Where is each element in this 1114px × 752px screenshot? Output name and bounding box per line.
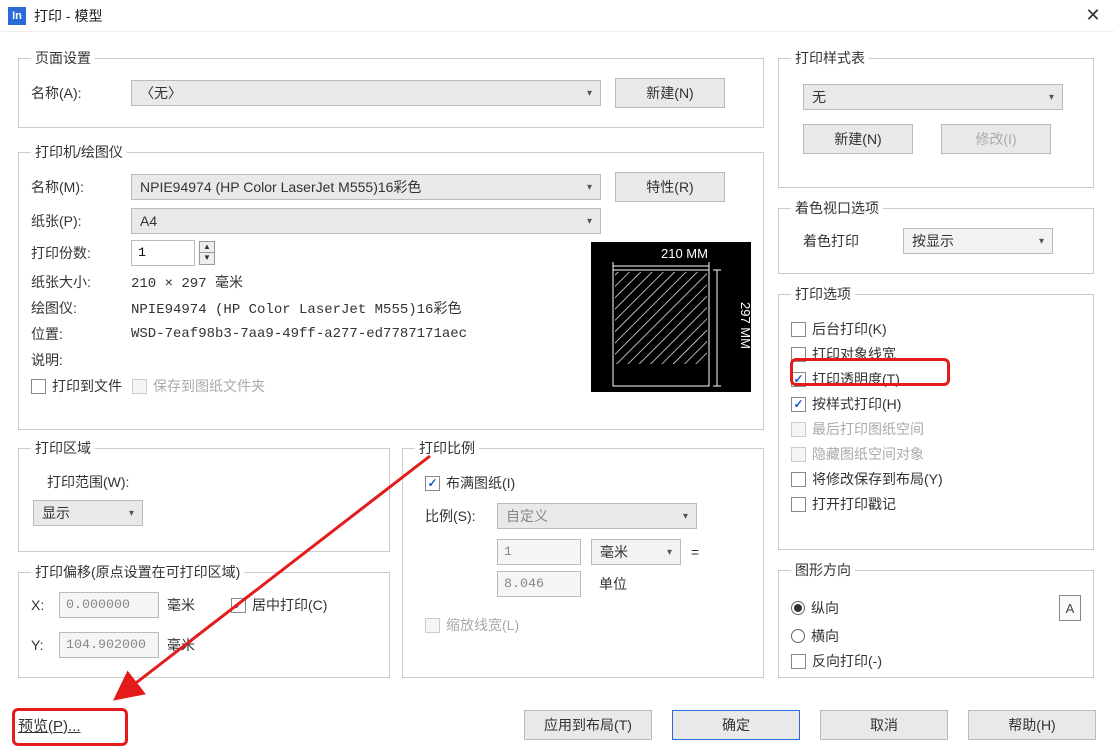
chevron-down-icon: ▾ [683, 511, 688, 522]
orientation-group: 图形方向 纵向 A 横向 反向打印(-) [778, 560, 1094, 678]
page-setup-legend: 页面设置 [31, 48, 95, 68]
print-scale-legend: 打印比例 [415, 438, 479, 458]
chevron-down-icon: ▾ [667, 547, 672, 558]
opt-bystyle-checkbox[interactable] [791, 397, 806, 412]
copies-label: 打印份数: [31, 243, 131, 263]
app-icon: In [8, 7, 26, 25]
offset-y-input[interactable] [59, 632, 159, 658]
plotter-label: 绘图仪: [31, 298, 131, 318]
title-bar: In 打印 - 模型 ✕ [0, 0, 1114, 32]
plotter-value: NPIE94974 (HP Color LaserJet M555)16彩色 [131, 298, 461, 318]
chevron-down-icon: ▾ [1039, 236, 1044, 247]
fit-page-checkbox[interactable] [425, 476, 440, 491]
scale-unit-select[interactable]: 毫米▾ [591, 539, 681, 565]
copies-input[interactable] [131, 240, 195, 266]
ratio-label: 比例(S): [425, 506, 497, 526]
orient-portrait-radio[interactable] [791, 601, 805, 615]
equals-label: = [691, 544, 699, 560]
printer-name-label: 名称(M): [31, 177, 131, 197]
printer-properties-button[interactable]: 特性(R) [615, 172, 725, 202]
style-table-legend: 打印样式表 [791, 48, 869, 68]
help-button[interactable]: 帮助(H) [968, 710, 1096, 740]
print-to-file-checkbox[interactable] [31, 379, 46, 394]
paper-select[interactable]: A4▾ [131, 208, 601, 234]
chevron-down-icon: ▾ [129, 508, 134, 519]
opt-background-checkbox[interactable] [791, 322, 806, 337]
orientation-legend: 图形方向 [791, 560, 855, 580]
offset-x-label: X: [31, 597, 59, 613]
description-label: 说明: [31, 350, 131, 370]
print-options-group: 打印选项 后台打印(K) 打印对象线宽 打印透明度(T) 按样式打印(H) 最后… [778, 284, 1094, 550]
style-select[interactable]: 无▾ [803, 84, 1063, 110]
opt-save-layout-checkbox[interactable] [791, 472, 806, 487]
scale-denominator-input [497, 571, 581, 597]
page-name-label: 名称(A): [31, 83, 131, 103]
page-setup-group: 页面设置 名称(A): 〈无〉▾ 新建(N) [18, 48, 764, 128]
offset-x-input[interactable] [59, 592, 159, 618]
preview-width-label: 210 MM [661, 246, 708, 261]
chevron-down-icon: ▾ [587, 182, 592, 193]
offset-y-unit: 毫米 [167, 635, 195, 655]
chevron-down-icon: ▾ [587, 88, 592, 99]
viewport-group: 着色视口选项 着色打印 按显示▾ [778, 198, 1094, 274]
print-options-legend: 打印选项 [791, 284, 855, 304]
paper-preview: 210 MM 297 MM [591, 242, 751, 392]
page-new-button[interactable]: 新建(N) [615, 78, 725, 108]
style-new-button[interactable]: 新建(N) [803, 124, 913, 154]
printer-group: 打印机/绘图仪 名称(M): NPIE94974 (HP Color Laser… [18, 142, 764, 430]
print-offset-group: 打印偏移(原点设置在可打印区域) X: 毫米 居中打印(C) Y: 毫米 [18, 562, 390, 678]
opt-hide-paperspace-checkbox [791, 447, 806, 462]
opt-stamp-checkbox[interactable] [791, 497, 806, 512]
style-table-group: 打印样式表 无▾ 新建(N) 修改(I) [778, 48, 1094, 188]
preview-height-label: 297 MM [738, 302, 751, 349]
preview-button[interactable]: 预览(P)... [18, 715, 81, 736]
scale-unit-text: 单位 [599, 574, 627, 594]
ok-button[interactable]: 确定 [672, 710, 800, 740]
orient-landscape-radio[interactable] [791, 629, 805, 643]
shade-print-label: 着色打印 [803, 231, 903, 251]
apply-layout-button[interactable]: 应用到布局(T) [524, 710, 652, 740]
viewport-legend: 着色视口选项 [791, 198, 883, 218]
chevron-down-icon: ▾ [587, 216, 592, 227]
print-range-select[interactable]: 显示▾ [33, 500, 143, 526]
orientation-preview-icon: A [1059, 595, 1081, 621]
printer-name-select[interactable]: NPIE94974 (HP Color LaserJet M555)16彩色▾ [131, 174, 601, 200]
printer-legend: 打印机/绘图仪 [31, 142, 127, 162]
style-modify-button: 修改(I) [941, 124, 1051, 154]
opt-transparency-checkbox[interactable] [791, 372, 806, 387]
scale-lineweight-checkbox [425, 618, 440, 633]
spin-down-icon[interactable]: ▼ [199, 253, 215, 265]
print-area-legend: 打印区域 [31, 438, 95, 458]
paper-label: 纸张(P): [31, 211, 131, 231]
scale-numerator-input [497, 539, 581, 565]
close-icon[interactable]: ✕ [1080, 3, 1106, 29]
chevron-down-icon: ▾ [1049, 92, 1054, 103]
ratio-select[interactable]: 自定义▾ [497, 503, 697, 529]
location-label: 位置: [31, 324, 131, 344]
save-folder-checkbox [132, 379, 147, 394]
paper-size-value: 210 × 297 毫米 [131, 272, 243, 292]
cancel-button[interactable]: 取消 [820, 710, 948, 740]
paper-size-label: 纸张大小: [31, 272, 131, 292]
spin-up-icon[interactable]: ▲ [199, 241, 215, 253]
shade-print-select[interactable]: 按显示▾ [903, 228, 1053, 254]
print-scale-group: 打印比例 布满图纸(I) 比例(S): 自定义▾ 毫米▾ = 单位 缩放线宽(L… [402, 438, 764, 678]
print-area-group: 打印区域 打印范围(W): 显示▾ [18, 438, 390, 552]
print-offset-legend: 打印偏移(原点设置在可打印区域) [31, 562, 244, 582]
opt-paperspace-last-checkbox [791, 422, 806, 437]
opt-lineweight-checkbox[interactable] [791, 347, 806, 362]
offset-x-unit: 毫米 [167, 595, 195, 615]
orient-reverse-checkbox[interactable] [791, 654, 806, 669]
page-name-select[interactable]: 〈无〉▾ [131, 80, 601, 106]
offset-y-label: Y: [31, 637, 59, 653]
location-value: WSD-7eaf98b3-7aa9-49ff-a277-ed7787171aec [131, 326, 467, 342]
center-print-checkbox[interactable] [231, 598, 246, 613]
window-title: 打印 - 模型 [34, 6, 1080, 26]
print-range-label: 打印范围(W): [47, 472, 377, 492]
